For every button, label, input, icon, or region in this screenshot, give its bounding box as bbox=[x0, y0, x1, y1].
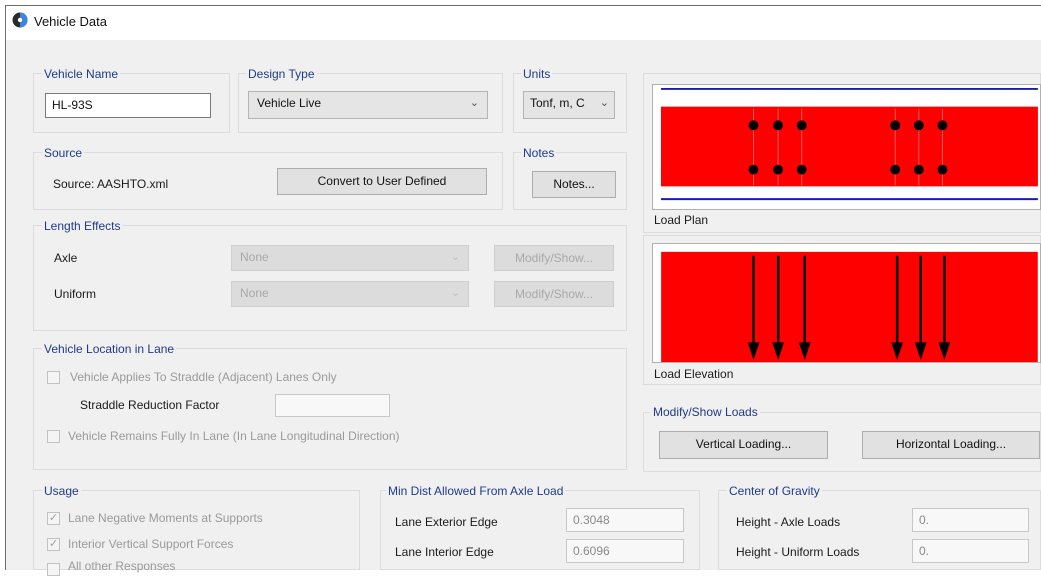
source-label: Source bbox=[42, 146, 85, 160]
vehicle-name-input[interactable]: HL-93S bbox=[45, 93, 211, 118]
height-axle-loads-label: Height - Axle Loads bbox=[736, 515, 841, 529]
axle-length-effect-dropdown[interactable]: None ⌄ bbox=[231, 245, 469, 271]
modify-show-loads-label: Modify/Show Loads bbox=[651, 405, 760, 419]
axle-label: Axle bbox=[54, 251, 78, 265]
vehicle-name-label: Vehicle Name bbox=[42, 67, 121, 81]
center-of-gravity-label: Center of Gravity bbox=[727, 484, 822, 498]
convert-to-user-defined-button[interactable]: Convert to User Defined bbox=[277, 168, 487, 195]
length-effects-label: Length Effects bbox=[42, 219, 123, 233]
load-elevation-canvas bbox=[652, 243, 1041, 363]
length-effects-group bbox=[33, 225, 627, 331]
title-bar bbox=[6, 6, 1041, 40]
uniform-label: Uniform bbox=[54, 287, 97, 301]
usage-item-other-responses: All other Responses bbox=[68, 559, 176, 573]
fully-in-lane-label: Vehicle Remains Fully In Lane (In Lane L… bbox=[68, 429, 400, 443]
axle-length-effect-value: None bbox=[240, 250, 269, 264]
straddle-lanes-label: Vehicle Applies To Straddle (Adjacent) L… bbox=[70, 370, 337, 384]
lane-exterior-edge-input[interactable]: 0.3048 bbox=[566, 508, 684, 532]
chevron-down-icon: ⌄ bbox=[469, 97, 479, 109]
straddle-lanes-checkbox[interactable] bbox=[47, 371, 60, 384]
fully-in-lane-checkbox[interactable] bbox=[47, 430, 60, 443]
notes-label: Notes bbox=[521, 146, 557, 160]
load-elevation-area bbox=[661, 251, 1038, 362]
usage-checkbox-vertical-support[interactable]: ✓ bbox=[47, 538, 60, 551]
chevron-down-icon: ⌄ bbox=[599, 97, 609, 109]
lane-interior-edge-label: Lane Interior Edge bbox=[395, 545, 494, 559]
app-logo-icon bbox=[12, 12, 28, 28]
units-label: Units bbox=[521, 67, 553, 81]
vehicle-location-label: Vehicle Location in Lane bbox=[42, 342, 177, 356]
straddle-reduction-factor-label: Straddle Reduction Factor bbox=[80, 398, 220, 412]
straddle-reduction-factor-input[interactable] bbox=[275, 394, 390, 417]
height-axle-loads-input[interactable]: 0. bbox=[912, 508, 1029, 532]
lane-exterior-edge-label: Lane Exterior Edge bbox=[395, 515, 498, 529]
load-plan-caption: Load Plan bbox=[654, 213, 709, 227]
lane-interior-edge-input[interactable]: 0.6096 bbox=[566, 539, 684, 563]
vertical-loading-button[interactable]: Vertical Loading... bbox=[659, 431, 828, 459]
design-type-label: Design Type bbox=[246, 67, 317, 81]
design-type-value: Vehicle Live bbox=[257, 96, 322, 110]
uniform-length-effect-dropdown[interactable]: None ⌄ bbox=[231, 281, 469, 307]
units-value: Tonf, m, C bbox=[530, 96, 585, 110]
usage-group bbox=[33, 490, 360, 570]
uniform-length-effect-value: None bbox=[240, 286, 269, 300]
usage-item-vertical-support: Interior Vertical Support Forces bbox=[68, 537, 234, 551]
horizontal-loading-button[interactable]: Horizontal Loading... bbox=[862, 431, 1040, 459]
usage-item-negative-moments: Lane Negative Moments at Supports bbox=[68, 511, 263, 525]
height-uniform-loads-input[interactable]: 0. bbox=[912, 539, 1029, 563]
source-text: Source: AASHTO.xml bbox=[53, 177, 169, 191]
usage-checkbox-negative-moments[interactable]: ✓ bbox=[47, 512, 60, 525]
design-type-dropdown[interactable]: Vehicle Live ⌄ bbox=[248, 91, 488, 119]
height-uniform-loads-label: Height - Uniform Loads bbox=[736, 545, 860, 559]
window-title: Vehicle Data bbox=[34, 14, 107, 29]
notes-button[interactable]: Notes... bbox=[532, 171, 616, 198]
load-elevation-caption: Load Elevation bbox=[654, 367, 734, 381]
load-plan-canvas bbox=[652, 84, 1041, 210]
min-dist-label: Min Dist Allowed From Axle Load bbox=[386, 484, 566, 498]
chevron-down-icon: ⌄ bbox=[450, 251, 460, 263]
units-dropdown[interactable]: Tonf, m, C ⌄ bbox=[523, 91, 615, 119]
axle-modify-show-button[interactable]: Modify/Show... bbox=[494, 245, 614, 271]
chevron-down-icon: ⌄ bbox=[450, 287, 460, 299]
uniform-modify-show-button[interactable]: Modify/Show... bbox=[494, 281, 614, 307]
load-plan-area bbox=[660, 106, 1038, 187]
usage-label: Usage bbox=[42, 484, 81, 498]
